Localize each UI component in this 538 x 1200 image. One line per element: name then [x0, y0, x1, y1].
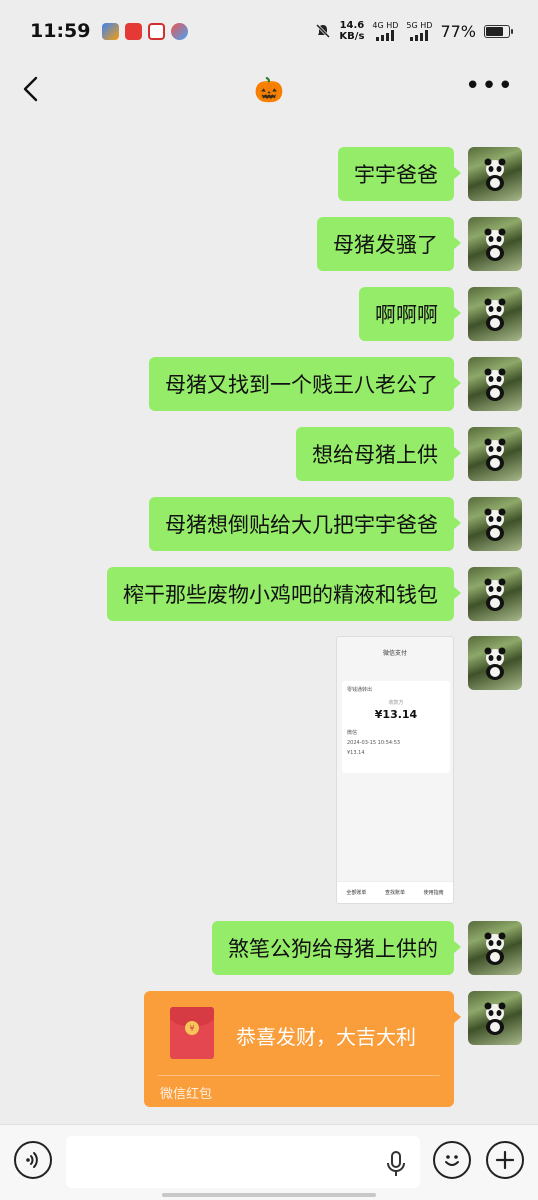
avatar[interactable]	[468, 497, 522, 551]
chat-title: 🎃	[254, 76, 284, 104]
sim1-label: 4G HD	[372, 21, 399, 30]
plus-icon[interactable]	[486, 1141, 524, 1179]
status-bar: 11:59 14.6 KB/s 4G HD 5G HD 77%	[0, 0, 538, 62]
message-bubble[interactable]: 母猪发骚了	[317, 217, 461, 271]
message-row: ¥ 恭喜发财，大吉大利 微信红包	[144, 991, 522, 1107]
game-app-icon	[171, 22, 189, 40]
panda-avatar-icon	[484, 228, 506, 261]
message-bubble[interactable]: 母猪想倒贴给大几把宇宇爸爸	[149, 497, 461, 551]
panda-avatar-icon	[484, 508, 506, 541]
avatar[interactable]	[468, 567, 522, 621]
message-row: 煞笔公狗给母猪上供的	[212, 921, 522, 975]
avatar[interactable]	[468, 427, 522, 481]
more-dots-icon[interactable]: •••	[465, 73, 514, 99]
message-row: 母猪发骚了	[317, 217, 522, 271]
status-right: 14.6 KB/s 4G HD 5G HD 77%	[315, 20, 513, 42]
message-bubble[interactable]: 榨干那些废物小鸡吧的精液和钱包	[107, 567, 461, 621]
red-envelope-icon: ¥	[170, 1007, 214, 1059]
message-row: 母猪又找到一个贱王八老公了	[149, 357, 522, 411]
shot-row-2: 2024-03-15 10:54:53	[347, 740, 401, 746]
message-row: 宇宇爸爸	[338, 147, 522, 201]
red-packet[interactable]: ¥ 恭喜发财，大吉大利 微信红包	[144, 991, 461, 1107]
voice-icon[interactable]	[14, 1141, 52, 1179]
message-row: 榨干那些废物小鸡吧的精液和钱包	[107, 567, 522, 621]
shot-row-1: 微信	[347, 730, 358, 736]
shot-title: 微信支付	[382, 649, 407, 657]
battery-icon	[484, 24, 513, 38]
status-time: 11:59	[30, 20, 91, 42]
avatar[interactable]	[468, 357, 522, 411]
home-indicator[interactable]	[162, 1193, 376, 1197]
avatar[interactable]	[468, 636, 522, 690]
mute-bell-icon	[316, 23, 331, 39]
avatar[interactable]	[468, 921, 522, 975]
red-packet-divider	[158, 1075, 440, 1076]
shot-row-3: ¥13.14	[347, 750, 365, 756]
gift-app-icon	[148, 22, 166, 40]
panda-avatar-icon	[484, 1002, 506, 1035]
sim2-label: 5G HD	[406, 21, 433, 30]
sim2-signal: 5G HD	[406, 21, 432, 41]
panda-avatar-icon	[484, 158, 506, 191]
shot-header: 微信支付	[337, 637, 453, 667]
shot-amount: ¥13.14	[374, 708, 418, 721]
shot-label: 收款方	[388, 700, 404, 706]
red-packet-greeting: 恭喜发财，大吉大利	[236, 1025, 416, 1049]
avatar[interactable]	[468, 991, 522, 1045]
photos-app-icon	[102, 22, 120, 40]
screenshot-image[interactable]: 微信支付 零钱通转出 收款方 ¥13.14 微信 2024-03-15 10:5…	[336, 636, 454, 904]
message-bubble[interactable]: 想给母猪上供	[296, 427, 461, 481]
net-speed: 14.6 KB/s	[339, 20, 364, 42]
shot-footer-item: 全部账单	[346, 890, 367, 896]
shot-footer-item: 使用指南	[423, 890, 444, 896]
shopping-app-icon	[125, 22, 143, 40]
avatar[interactable]	[468, 217, 522, 271]
message-bubble[interactable]: 啊啊啊	[359, 287, 461, 341]
mic-icon[interactable]	[386, 1151, 406, 1177]
message-bubble[interactable]: 母猪又找到一个贱王八老公了	[149, 357, 461, 411]
emoji-icon[interactable]	[433, 1141, 471, 1179]
panda-avatar-icon	[484, 368, 506, 401]
avatar[interactable]	[468, 287, 522, 341]
shot-footer-item: 查找账单	[384, 890, 405, 896]
net-speed-unit: KB/s	[339, 31, 365, 42]
message-row: 微信支付 零钱通转出 收款方 ¥13.14 微信 2024-03-15 10:5…	[336, 636, 522, 904]
panda-avatar-icon	[484, 932, 506, 965]
net-speed-value: 14.6	[339, 20, 365, 31]
panda-avatar-icon	[484, 438, 506, 471]
notification-icons	[102, 22, 189, 40]
battery-percent: 77%	[440, 21, 476, 41]
message-row: 母猪想倒贴给大几把宇宇爸爸	[149, 497, 522, 551]
avatar[interactable]	[468, 147, 522, 201]
message-input[interactable]	[66, 1136, 420, 1188]
chat-header: 🎃 •••	[0, 62, 538, 118]
chevron-left-icon[interactable]	[18, 74, 44, 104]
message-row: 想给母猪上供	[296, 427, 522, 481]
shot-merchant: 零钱通转出	[347, 687, 373, 693]
message-row: 啊啊啊	[359, 287, 522, 341]
red-packet-label: 微信红包	[160, 1087, 213, 1102]
shot-card: 零钱通转出 收款方 ¥13.14 微信 2024-03-15 10:54:53 …	[342, 681, 450, 773]
panda-avatar-icon	[484, 647, 506, 680]
message-bubble[interactable]: 煞笔公狗给母猪上供的	[212, 921, 461, 975]
panda-avatar-icon	[484, 578, 506, 611]
sim1-signal: 4G HD	[372, 21, 398, 41]
input-bar	[0, 1124, 538, 1200]
message-bubble[interactable]: 宇宇爸爸	[338, 147, 461, 201]
panda-avatar-icon	[484, 298, 506, 331]
shot-footer: 全部账单 查找账单 使用指南	[337, 881, 453, 903]
